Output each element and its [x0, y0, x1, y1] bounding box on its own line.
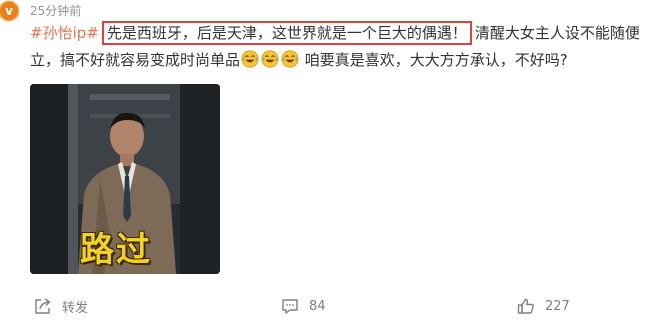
- hashtag-link[interactable]: #孙怡ip#: [30, 24, 99, 42]
- like-button[interactable]: 227: [517, 296, 570, 316]
- highlighted-text: 先是西班牙，后是天津，这世界就是一个巨大的偶遇！: [101, 21, 472, 45]
- comment-button[interactable]: 84: [281, 296, 326, 316]
- image-caption: 路过: [80, 230, 152, 270]
- like-count: 227: [545, 298, 570, 314]
- post-timestamp: 25分钟前: [30, 4, 82, 18]
- verified-badge-icon: v: [0, 2, 18, 20]
- post-action-bar: 转发 84 227: [0, 284, 660, 328]
- thumbs-up-icon: [517, 298, 534, 314]
- share-icon: [35, 298, 51, 314]
- post-content: #孙怡ip# 先是西班牙，后是天津，这世界就是一个巨大的偶遇！ 清醒大女主人设不能随…: [30, 20, 655, 74]
- laughing-crying-emoji-icon: [241, 50, 259, 68]
- repost-label: 转发: [62, 300, 89, 316]
- weibo-post: v 25分钟前 #孙怡ip# 先是西班牙，后是天津，这世界就是一个巨大的偶遇！ 清醒…: [0, 0, 660, 335]
- post-image[interactable]: 路过: [30, 84, 220, 274]
- laughing-crying-emoji-icon: [281, 50, 299, 68]
- post-text-end: 咱要真是喜欢，大大方方承认，不好吗?: [304, 51, 568, 69]
- repost-button[interactable]: 转发: [34, 296, 88, 316]
- comment-icon: [282, 299, 298, 314]
- comment-count: 84: [309, 298, 326, 314]
- laughing-crying-emoji-icon: [261, 50, 279, 68]
